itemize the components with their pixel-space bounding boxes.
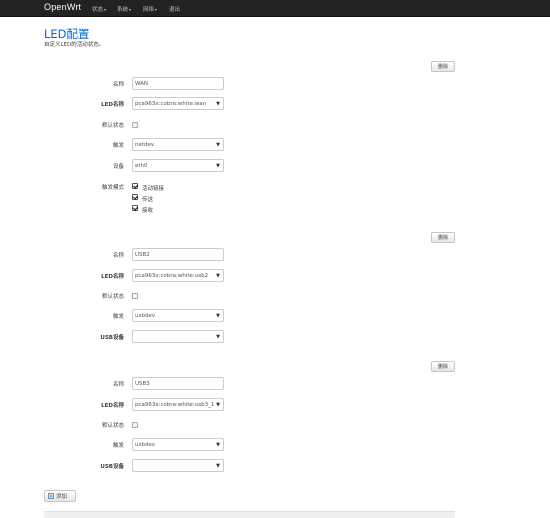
delete-button[interactable]: 删除 [431, 61, 455, 72]
default-state-label: 默认状态 [101, 294, 124, 300]
default-state-label: 默认状态 [101, 423, 124, 429]
delete-button[interactable]: 删除 [431, 232, 455, 243]
led-name-value: pca963x:cobra:white:usb2 [135, 272, 209, 279]
led-name-select[interactable]: pca963x:cobra:white:usb3_1 ▼ [132, 398, 224, 411]
trigger-mode-label: 触发模式 [101, 185, 124, 191]
name-label: 名称 [112, 82, 124, 88]
trigger-value: netdev [135, 141, 155, 148]
trigger-select[interactable]: usbdev ▼ [132, 438, 224, 451]
dropdown-arrow-icon: ▼ [216, 313, 220, 319]
led-name-label: LED名称 [101, 102, 124, 108]
menu-system-label: 系统 [117, 7, 129, 13]
menu-network-label: 网络 [143, 7, 155, 13]
trigger-mode-tx-label: 传送 [142, 197, 154, 203]
dropdown-arrow-icon: ▼ [216, 334, 220, 340]
menu-network[interactable]: 网络▾ [143, 5, 157, 13]
default-state-checkbox[interactable] [132, 422, 138, 428]
trigger-mode-tx-checkbox[interactable] [132, 194, 138, 200]
name-input[interactable]: USB2 [132, 248, 224, 261]
device-value: eth0 [135, 162, 148, 169]
trigger-label: 触发 [112, 143, 124, 149]
device-label: 设备 [112, 164, 124, 170]
chevron-down-icon: ▾ [104, 7, 107, 12]
add-button-label: 添加 [56, 494, 68, 500]
trigger-mode-rx-label: 接收 [142, 208, 154, 214]
dropdown-arrow-icon: ▼ [216, 402, 220, 408]
default-state-label: 默认状态 [101, 123, 124, 129]
dropdown-arrow-icon: ▼ [216, 273, 220, 279]
chevron-down-icon: ▾ [155, 7, 158, 12]
led-name-label: LED名称 [101, 274, 124, 280]
trigger-value: usbdev [135, 441, 155, 448]
add-icon [48, 493, 54, 499]
led-name-select[interactable]: pca963x:cobra:white:wan ▼ [132, 97, 224, 110]
dropdown-arrow-icon: ▼ [216, 142, 220, 148]
dropdown-arrow-icon: ▼ [216, 101, 220, 107]
default-state-checkbox[interactable] [132, 293, 138, 299]
menu-system[interactable]: 系统▾ [117, 5, 131, 13]
trigger-mode-rx-checkbox[interactable] [132, 205, 138, 211]
name-input[interactable]: USB3 [132, 377, 224, 390]
page-description: 自定义LED的活动状态。 [44, 42, 105, 48]
trigger-select[interactable]: usbdev ▼ [132, 309, 224, 322]
dropdown-arrow-icon: ▼ [216, 463, 220, 469]
usb-device-label: USB设备 [100, 335, 124, 341]
delete-button[interactable]: 删除 [431, 361, 455, 372]
led-name-label: LED名称 [101, 403, 124, 409]
trigger-label: 触发 [112, 314, 124, 320]
menu-logout[interactable]: 退出 [169, 5, 180, 13]
led-name-value: pca963x:cobra:white:wan [135, 100, 207, 107]
device-select[interactable]: eth0 ▼ [132, 159, 224, 172]
led-name-value: pca963x:cobra:white:usb3_1 [135, 401, 215, 408]
trigger-select[interactable]: netdev ▼ [132, 138, 224, 151]
menu-status-label: 状态 [92, 7, 104, 13]
trigger-mode-link-label: 活动链接 [142, 186, 165, 192]
usb-device-label: USB设备 [100, 464, 124, 470]
trigger-value: usbdev [135, 312, 155, 319]
default-state-checkbox[interactable] [132, 122, 138, 128]
trigger-label: 触发 [112, 443, 124, 449]
usb-device-select[interactable]: ▼ [132, 459, 224, 472]
led-name-select[interactable]: pca963x:cobra:white:usb2 ▼ [132, 269, 224, 282]
menu-status[interactable]: 状态▾ [92, 5, 106, 13]
chevron-down-icon: ▾ [129, 7, 132, 12]
name-label: 名称 [112, 253, 124, 259]
add-button[interactable]: 添加 [44, 490, 76, 502]
name-label: 名称 [112, 382, 124, 388]
dropdown-arrow-icon: ▼ [216, 163, 220, 169]
name-input[interactable]: WAN [132, 77, 224, 90]
dropdown-arrow-icon: ▼ [216, 442, 220, 448]
brand-logo[interactable]: OpenWrt [44, 2, 81, 12]
usb-device-select[interactable]: ▼ [132, 330, 224, 343]
footer-action-bar [44, 511, 455, 518]
trigger-mode-link-checkbox[interactable] [132, 183, 138, 189]
top-navbar: OpenWrt 状态▾ 系统▾ 网络▾ 退出 [0, 0, 550, 17]
